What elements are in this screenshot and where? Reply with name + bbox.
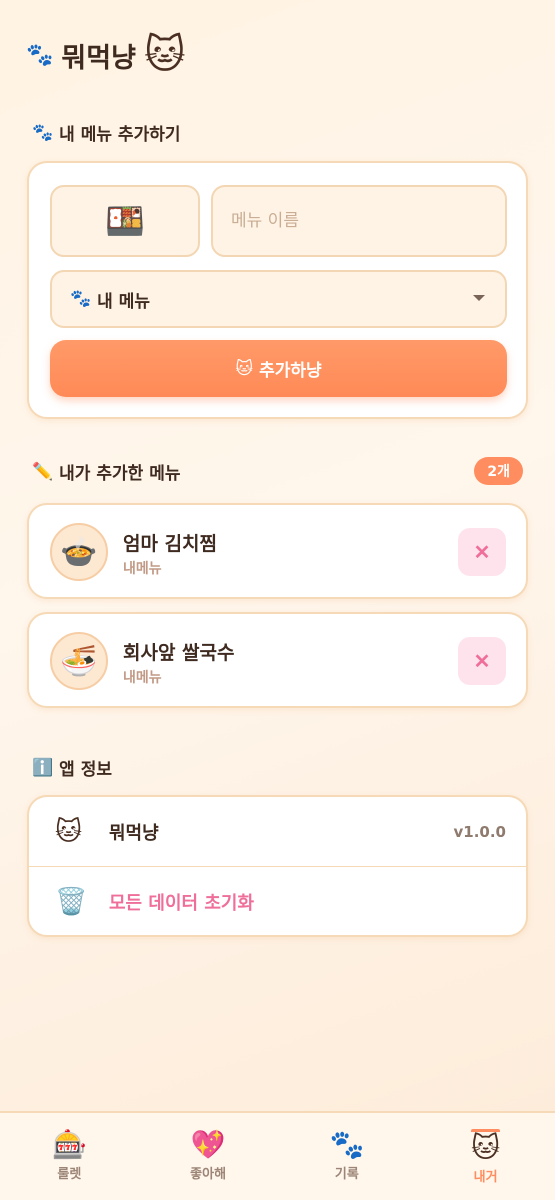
my-menus-label: 내가 추가한 메뉴	[59, 464, 181, 484]
app-info-card: 🐱 뭐먹냥 v1.0.0 🗑️ 모든 데이터 초기화	[27, 795, 528, 937]
nav-item-favorites[interactable]: 💖 좋아해	[139, 1113, 278, 1200]
menu-emoji-avatar: 🍲	[50, 523, 108, 581]
reset-data-button[interactable]: 🗑️ 모든 데이터 초기화	[29, 867, 526, 937]
noodle-icon: 🍜	[60, 643, 98, 679]
nav-label: 룰렛	[57, 1167, 82, 1182]
menu-item-tag: 내메뉴	[123, 670, 162, 686]
cat-icon: 🐱	[471, 1128, 501, 1164]
delete-menu-button[interactable]: ✕	[458, 637, 506, 685]
paw-icon: 🐾	[70, 289, 92, 309]
trash-icon: 🗑️	[55, 887, 88, 917]
list-item: 🍲 엄마 김치찜 내메뉴 ✕	[27, 503, 528, 599]
my-menus-title: ✏️ 내가 추가한 메뉴	[32, 459, 181, 485]
reset-data-label: 모든 데이터 초기화	[109, 893, 255, 914]
menu-emoji-avatar: 🍜	[50, 632, 108, 690]
stew-icon: 🍲	[60, 534, 98, 570]
menu-item-name: 회사앞 쌀국수	[123, 642, 235, 664]
list-item: 🍜 회사앞 쌀국수 내메뉴 ✕	[27, 612, 528, 708]
heart-icon: 💖	[190, 1128, 226, 1161]
close-icon: ✕	[473, 541, 491, 564]
app-info-label: 앱 정보	[59, 760, 113, 780]
cat-icon: 🐱	[143, 32, 186, 78]
chevron-down-icon	[473, 295, 485, 301]
bottom-nav: 🎰 룰렛 💖 좋아해 🐾 기록 🐱 내거	[0, 1111, 555, 1200]
slot-machine-icon: 🎰	[51, 1128, 87, 1161]
bento-icon: 🍱	[105, 202, 145, 240]
paw-icon: 🐾	[32, 122, 54, 143]
menu-item-tag: 내메뉴	[123, 561, 162, 577]
emoji-picker-button[interactable]: 🍱	[50, 185, 200, 257]
delete-menu-button[interactable]: ✕	[458, 528, 506, 576]
paw-icon: 🐾	[26, 42, 54, 68]
nav-label: 좋아해	[190, 1167, 227, 1182]
app-version: v1.0.0	[453, 823, 507, 841]
menu-count-badge: 2개	[474, 457, 523, 485]
add-button-label: 추가하냥	[259, 361, 322, 381]
app-version-row: 🐱 뭐먹냥 v1.0.0	[29, 797, 526, 867]
add-menu-card: 🍱 🐾 내 메뉴 🐱 추가하냥	[27, 161, 528, 419]
add-section-label: 내 메뉴 추가하기	[59, 125, 181, 145]
nav-label: 기록	[334, 1167, 359, 1182]
app-title: 뭐먹냥	[61, 42, 136, 74]
app-info-title: ℹ️ 앱 정보	[32, 755, 113, 781]
cat-icon: 🐱	[235, 358, 254, 379]
menu-item-name: 엄마 김치찜	[123, 533, 218, 555]
category-selected-value: 내 메뉴	[97, 291, 151, 312]
nav-item-mine[interactable]: 🐱 내거	[416, 1113, 555, 1200]
app-header: 🐾 뭐먹냥 🐱	[26, 30, 186, 80]
nav-label: 내거	[473, 1169, 498, 1185]
close-icon: ✕	[473, 650, 491, 673]
nav-item-roulette[interactable]: 🎰 룰렛	[0, 1113, 139, 1200]
add-menu-button[interactable]: 🐱 추가하냥	[50, 340, 507, 397]
pencil-icon: ✏️	[32, 461, 54, 482]
category-select[interactable]: 🐾 내 메뉴	[50, 270, 507, 328]
add-section-title: 🐾 내 메뉴 추가하기	[32, 120, 181, 146]
nav-item-history[interactable]: 🐾 기록	[278, 1113, 417, 1200]
app-name-label: 뭐먹냥	[109, 823, 159, 844]
cat-icon: 🐱	[55, 817, 83, 847]
info-icon: ℹ️	[32, 757, 54, 778]
menu-name-input[interactable]	[211, 185, 507, 257]
paw-icon: 🐾	[329, 1128, 365, 1161]
